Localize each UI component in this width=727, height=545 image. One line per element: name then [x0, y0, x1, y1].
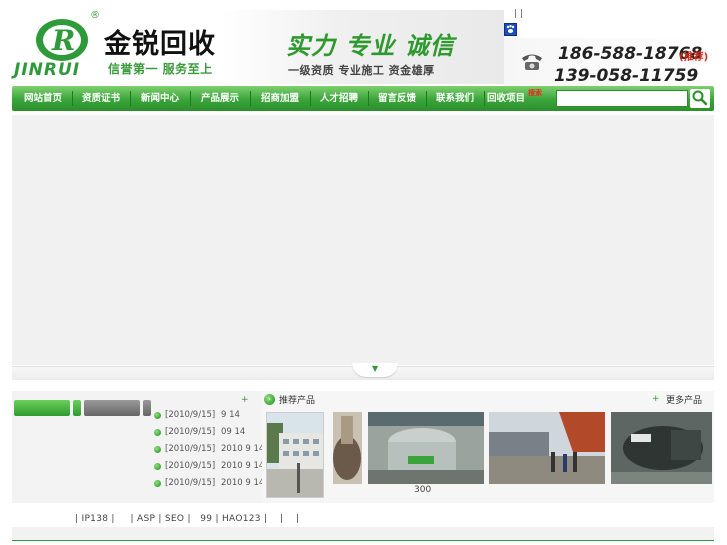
nav-divider: [190, 91, 191, 106]
jinrui-logo-icon: R: [36, 19, 88, 61]
product-photo-crane-site[interactable]: [489, 412, 605, 484]
news-list-item[interactable]: [2010/9/15] 2010 9 14: [154, 441, 264, 458]
nav-item-recycling[interactable]: 回收项目: [486, 86, 526, 111]
section-divider-band: ▼: [12, 363, 714, 380]
news-tab-2-edge: [143, 400, 151, 416]
expand-tab[interactable]: ▼: [352, 363, 398, 377]
slogan-subtext: 一级资质 专业施工 资金雄厚: [288, 64, 435, 77]
top-links[interactable]: | |: [514, 9, 523, 19]
main-nav: 网站首页 资质证书 新闻中心 产品展示 招商加盟 人才招聘 留言反馈 联系我们 …: [12, 86, 714, 111]
nav-item-news[interactable]: 新闻中心: [132, 86, 188, 111]
product-photo-tank[interactable]: [333, 412, 362, 484]
phone-recommend-tag: (推荐): [679, 52, 709, 63]
logo-area[interactable]: R ® JINRUI 金锐回收 信誉第一 服务至上: [12, 8, 222, 86]
more-products-link[interactable]: 更多产品: [666, 393, 702, 406]
banner-area: [12, 115, 714, 365]
news-more-link[interactable]: +: [241, 395, 249, 405]
bullet-icon: [154, 480, 161, 487]
chevron-down-icon: ▼: [372, 364, 379, 373]
nav-item-home[interactable]: 网站首页: [16, 86, 70, 111]
plus-icon: +: [652, 394, 660, 404]
recommend-icon: ›: [264, 394, 275, 405]
nav-divider: [484, 91, 485, 106]
crane-site-photo: [489, 412, 605, 484]
slogan-banner: 实力 专业 诚信 一级资质 专业施工 资金雄厚: [222, 10, 504, 84]
svg-text:R: R: [51, 24, 75, 57]
news-date: [2010/9/15]: [165, 478, 216, 488]
nav-item-franchise[interactable]: 招商加盟: [252, 86, 308, 111]
page-root: R ® JINRUI 金锐回收 信誉第一 服务至上 实力 专业 诚信 一级资质 …: [0, 0, 727, 545]
news-tab-2[interactable]: [84, 400, 140, 416]
news-list-item[interactable]: [2010/9/15] 9 14: [154, 407, 262, 424]
search-label: 搜索: [528, 89, 542, 97]
slogan-text: 实力 专业 诚信: [286, 32, 455, 60]
product-photo-chiller[interactable]: [611, 412, 712, 484]
footer-bar: [12, 527, 714, 541]
search-button[interactable]: [690, 89, 710, 108]
news-date: [2010/9/15]: [165, 410, 216, 420]
nav-divider: [250, 91, 251, 106]
nav-divider: [130, 91, 131, 106]
logo-registered-mark: ®: [90, 10, 100, 21]
news-title[interactable]: 2010 9 14: [221, 475, 264, 492]
product-count: 300: [414, 485, 432, 495]
search-input[interactable]: [556, 90, 688, 107]
nav-divider: [310, 91, 311, 106]
machinery-photo: [368, 412, 484, 484]
nav-divider: [426, 91, 427, 106]
news-title[interactable]: 09 14: [221, 424, 245, 441]
phone-number-2: 139-058-11759: [554, 66, 699, 86]
news-tab-1[interactable]: [14, 400, 70, 416]
products-panel: › 推荐产品 + 更多产品 300: [262, 391, 714, 503]
news-tab-1-edge: [73, 400, 81, 416]
news-title[interactable]: 9 14: [221, 407, 240, 424]
product-photo-building[interactable]: [266, 412, 324, 498]
bullet-icon: [154, 412, 161, 419]
news-title[interactable]: 2010 9 14: [221, 441, 264, 458]
product-photo-machinery[interactable]: [368, 412, 484, 484]
tank-photo: [333, 412, 362, 484]
phone-area: 186-588-18768 (推荐) 139-058-11759: [504, 38, 714, 86]
chiller-photo: [611, 412, 712, 484]
footer-links[interactable]: | IP138 | | ASP | SEO | 99 | HAO123 | | …: [75, 514, 299, 524]
news-list-item[interactable]: [2010/9/15] 09 14: [154, 424, 262, 441]
brand-subtitle: 信誉第一 服务至上: [108, 62, 213, 76]
news-date: [2010/9/15]: [165, 427, 216, 437]
news-date: [2010/9/15]: [165, 444, 216, 454]
nav-item-contact[interactable]: 联系我们: [428, 86, 482, 111]
nav-divider: [368, 91, 369, 106]
paw-icon: [506, 25, 515, 33]
brand-title: 金锐回收: [104, 29, 216, 60]
nav-item-feedback[interactable]: 留言反馈: [370, 86, 424, 111]
site-header: R ® JINRUI 金锐回收 信誉第一 服务至上 实力 专业 诚信 一级资质 …: [12, 8, 714, 86]
news-list-item[interactable]: [2010/9/15] 2010 9 14: [154, 475, 264, 492]
news-panel: + [2010/9/15] 9 14 [2010/9/15] 09 14 [20…: [12, 391, 264, 503]
news-date: [2010/9/15]: [165, 461, 216, 471]
nav-item-products[interactable]: 产品展示: [192, 86, 248, 111]
telephone-icon: [522, 54, 542, 70]
baidu-paw-icon[interactable]: [504, 23, 517, 36]
nav-divider: [72, 91, 73, 106]
nav-item-jobs[interactable]: 人才招聘: [312, 86, 366, 111]
news-title[interactable]: 2010 9 14: [221, 458, 264, 475]
search-icon: [692, 90, 708, 106]
bullet-icon: [154, 463, 161, 470]
logo-latin-text: JINRUI: [14, 60, 81, 80]
building-photo: [267, 413, 323, 497]
bullet-icon: [154, 446, 161, 453]
bullet-icon: [154, 429, 161, 436]
products-title: 推荐产品: [279, 396, 316, 406]
news-list-item[interactable]: [2010/9/15] 2010 9 14: [154, 458, 264, 475]
nav-item-certificates[interactable]: 资质证书: [74, 86, 128, 111]
news-list: [2010/9/15] 9 14 [2010/9/15] 09 14 [2010…: [154, 407, 264, 492]
